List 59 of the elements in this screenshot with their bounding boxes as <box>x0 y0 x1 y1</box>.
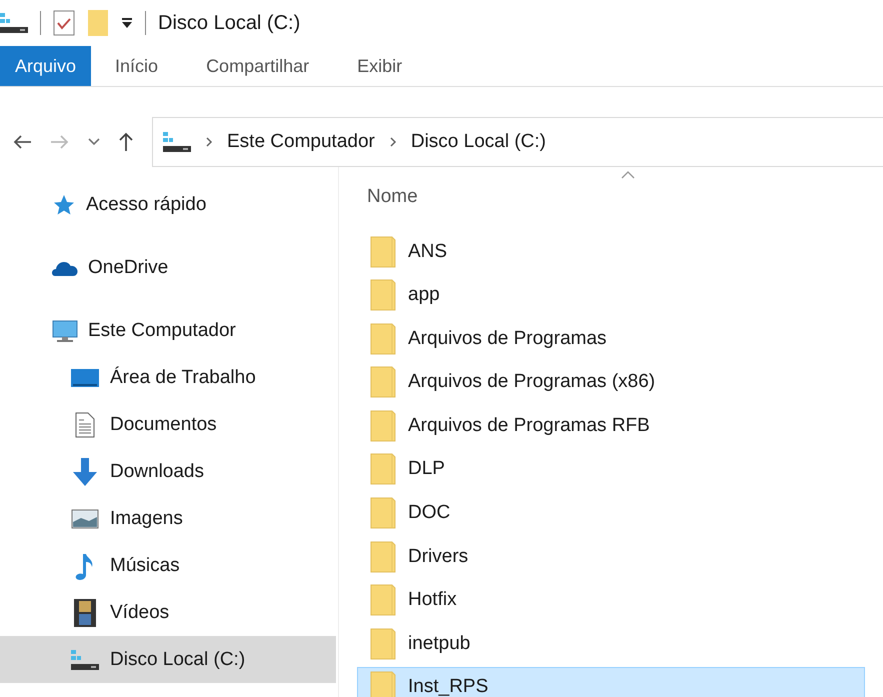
ribbon-tab[interactable]: Início <box>91 46 182 86</box>
folder-row[interactable]: Inst_RPS <box>357 666 865 697</box>
sort-ascending-caret-icon <box>621 171 635 179</box>
image-icon <box>71 508 99 528</box>
monitor-icon <box>52 318 78 344</box>
drive-icon <box>71 648 99 670</box>
drive-icon <box>0 12 28 34</box>
folder-row[interactable]: Hotfix <box>357 580 865 621</box>
column-header[interactable]: Nome <box>357 186 418 208</box>
folder-icon <box>370 279 396 312</box>
folder-row[interactable]: Drivers <box>357 536 865 578</box>
folder-icon <box>370 236 396 268</box>
nav-item[interactable]: Área de Trabalho <box>0 354 338 401</box>
folder-row[interactable]: ANS <box>357 231 865 272</box>
folder-icon <box>370 584 396 616</box>
window-title: Disco Local (C:) <box>158 12 300 34</box>
customize-dropdown-icon[interactable] <box>121 17 133 29</box>
ribbon-tab[interactable]: Compartilhar <box>182 46 334 86</box>
desktop-icon <box>71 366 99 388</box>
ribbon-tab[interactable]: Exibir <box>333 46 426 86</box>
folder-icon <box>370 540 396 573</box>
properties-icon[interactable] <box>53 10 75 36</box>
nav-item[interactable]: OneDrive <box>0 244 338 291</box>
folder-row[interactable]: app <box>357 274 865 316</box>
folder-row[interactable]: DLP <box>357 448 865 490</box>
folder-row[interactable]: DOC <box>357 492 865 534</box>
nav-item[interactable]: Documentos <box>0 401 338 448</box>
folder-icon <box>370 453 396 486</box>
nav-item[interactable]: Músicas <box>0 542 338 589</box>
drive-icon <box>163 131 191 153</box>
recent-locations-chevron-icon[interactable] <box>88 138 100 146</box>
folder-row[interactable]: Arquivos de Programas (x86) <box>357 362 865 403</box>
nav-item[interactable]: Downloads <box>0 448 338 495</box>
ribbon-tab[interactable]: Arquivo <box>0 46 92 86</box>
folder-row[interactable]: Arquivos de Programas <box>357 318 865 360</box>
up-arrow-icon[interactable] <box>118 132 134 152</box>
folder-icon <box>370 671 396 697</box>
folder-row[interactable]: Arquivos de Programas RFB <box>357 405 865 446</box>
folder-icon <box>370 628 396 660</box>
chevron-right-icon <box>388 137 397 147</box>
breadcrumb-item[interactable]: Este Computador <box>227 131 375 153</box>
nav-item[interactable]: Este Computador <box>0 307 338 354</box>
nav-item[interactable]: Vídeos <box>0 589 338 636</box>
document-icon <box>75 412 95 438</box>
nav-item[interactable]: Imagens <box>0 495 338 542</box>
address-bar[interactable]: Este Computador Disco Local (C:) <box>152 117 883 167</box>
folder-icon <box>370 497 396 530</box>
folder-icon <box>370 366 396 398</box>
folder-icon <box>370 410 396 442</box>
breadcrumb-item[interactable]: Disco Local (C:) <box>410 131 546 153</box>
chevron-right-icon <box>205 137 213 147</box>
download-arrow-icon <box>72 458 98 486</box>
star-icon <box>52 192 76 216</box>
nav-item[interactable]: Acesso rápido <box>0 181 338 228</box>
nav-item[interactable]: Disco Local (C:) <box>0 636 336 683</box>
film-icon <box>74 598 96 626</box>
folder-row[interactable]: inetpub <box>357 623 865 664</box>
folder-icon <box>370 322 396 355</box>
back-arrow-icon[interactable] <box>12 134 32 150</box>
